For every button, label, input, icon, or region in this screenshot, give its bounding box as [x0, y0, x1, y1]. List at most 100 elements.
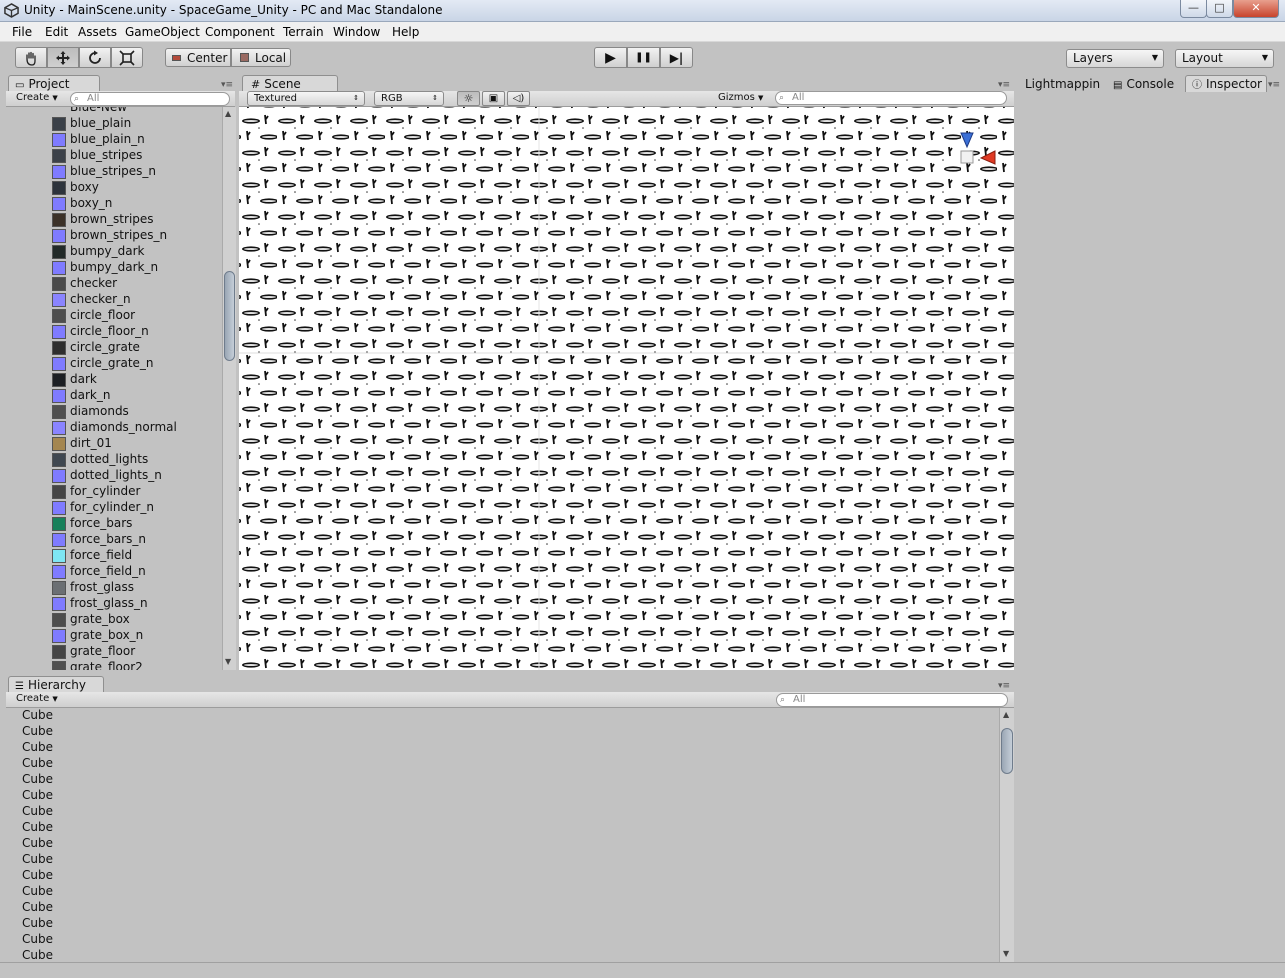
project-asset-item[interactable]: force_bars [6, 516, 221, 532]
panel-menu-icon[interactable]: ▾≡ [998, 681, 1010, 691]
rotate-tool-button[interactable] [79, 47, 111, 68]
hierarchy-item[interactable]: Cube [22, 708, 53, 722]
menu-help[interactable]: Help [392, 25, 419, 39]
project-asset-item[interactable]: circle_grate_n [6, 356, 221, 372]
project-search-input[interactable]: ⌕ All [70, 92, 230, 106]
scene-search-input[interactable]: ⌕ All [775, 91, 1007, 105]
menu-window[interactable]: Window [333, 25, 380, 39]
scene-viewport[interactable] [239, 107, 1014, 670]
hierarchy-item[interactable]: Cube [22, 772, 53, 786]
project-asset-item[interactable]: grate_box_n [6, 628, 221, 644]
scene-audio-toggle[interactable]: ◁) [507, 91, 530, 106]
project-asset-item[interactable]: blue_stripes_n [6, 164, 221, 180]
project-asset-item[interactable]: dirt_01 [6, 436, 221, 452]
project-asset-item[interactable]: force_field_n [6, 564, 221, 580]
hierarchy-create-dropdown[interactable]: Create ▼ [16, 693, 58, 704]
project-asset-item[interactable]: grate_floor [6, 644, 221, 660]
close-button[interactable]: ✕ [1233, 0, 1279, 18]
project-asset-item[interactable]: for_cylinder [6, 484, 221, 500]
project-scrollbar[interactable]: ▲ ▼ [222, 107, 236, 670]
project-asset-item[interactable]: checker [6, 276, 221, 292]
hand-tool-button[interactable] [15, 47, 47, 68]
scroll-down-icon[interactable]: ▼ [225, 657, 231, 666]
project-asset-item[interactable]: frost_glass_n [6, 596, 221, 612]
scale-tool-button[interactable] [111, 47, 143, 68]
tab-lightmapping[interactable]: Lightmappin [1020, 75, 1108, 93]
project-asset-item[interactable]: dotted_lights_n [6, 468, 221, 484]
scroll-down-icon[interactable]: ▼ [1003, 949, 1009, 958]
project-asset-item[interactable]: for_cylinder_n [6, 500, 221, 516]
project-asset-item[interactable]: circle_floor_n [6, 324, 221, 340]
project-asset-item[interactable]: boxy [6, 180, 221, 196]
project-asset-item[interactable]: circle_floor [6, 308, 221, 324]
hierarchy-item[interactable]: Cube [22, 852, 53, 866]
menu-file[interactable]: File [12, 25, 32, 39]
project-asset-item[interactable]: bumpy_dark_n [6, 260, 221, 276]
hierarchy-item[interactable]: Cube [22, 740, 53, 754]
project-asset-item[interactable]: dotted_lights [6, 452, 221, 468]
hierarchy-scrollbar[interactable]: ▲ ▼ [999, 708, 1014, 962]
hierarchy-item[interactable]: Cube [22, 724, 53, 738]
menu-terrain[interactable]: Terrain [283, 25, 324, 39]
hierarchy-item[interactable]: Cube [22, 916, 53, 930]
hierarchy-scroll-thumb[interactable] [1001, 728, 1013, 774]
project-scroll-thumb[interactable] [224, 271, 235, 361]
project-asset-item[interactable]: bumpy_dark [6, 244, 221, 260]
project-asset-item[interactable]: brown_stripes_n [6, 228, 221, 244]
project-asset-item[interactable]: blue_stripes [6, 148, 221, 164]
panel-menu-icon[interactable]: ▾≡ [221, 80, 233, 90]
hierarchy-search-input[interactable]: ⌕ All [776, 693, 1008, 707]
project-asset-item[interactable]: boxy_n [6, 196, 221, 212]
hierarchy-item[interactable]: Cube [22, 820, 53, 834]
channel-dropdown[interactable]: RGB ⇕ [374, 91, 444, 106]
project-create-dropdown[interactable]: Create ▼ [16, 92, 58, 103]
menu-assets[interactable]: Assets [78, 25, 117, 39]
move-tool-button[interactable] [47, 47, 79, 68]
scene-overlay-toggle[interactable]: ▣ [482, 91, 505, 106]
project-asset-item[interactable]: force_field [6, 548, 221, 564]
expand-arrow-icon[interactable]: ◢ [40, 107, 47, 108]
project-asset-item[interactable]: diamonds [6, 404, 221, 420]
gizmos-dropdown[interactable]: Gizmos ▼ [718, 92, 763, 103]
panel-menu-icon[interactable]: ▾≡ [998, 80, 1010, 90]
play-button[interactable]: ▶ [594, 47, 627, 68]
project-asset-item[interactable]: blue_plain_n [6, 132, 221, 148]
hierarchy-item[interactable]: Cube [22, 756, 53, 770]
hierarchy-item[interactable]: Cube [22, 804, 53, 818]
project-asset-item[interactable]: dark_n [6, 388, 221, 404]
hierarchy-item[interactable]: Cube [22, 948, 53, 962]
minimize-button[interactable]: — [1180, 0, 1207, 18]
scroll-up-icon[interactable]: ▲ [225, 109, 231, 118]
hierarchy-item[interactable]: Cube [22, 788, 53, 802]
project-asset-item[interactable]: diamonds_normal [6, 420, 221, 436]
project-folder-row[interactable]: ◢ Blue-New [6, 107, 221, 116]
hierarchy-item[interactable]: Cube [22, 932, 53, 946]
pivot-center-toggle[interactable]: Center [165, 48, 231, 67]
project-asset-item[interactable]: circle_grate [6, 340, 221, 356]
hierarchy-item[interactable]: Cube [22, 868, 53, 882]
project-asset-item[interactable]: grate_floor2 [6, 660, 221, 670]
hierarchy-item[interactable]: Cube [22, 836, 53, 850]
project-asset-item[interactable]: grate_box [6, 612, 221, 628]
project-asset-item[interactable]: dark [6, 372, 221, 388]
project-asset-item[interactable]: checker_n [6, 292, 221, 308]
hierarchy-item[interactable]: Cube [22, 900, 53, 914]
scroll-up-icon[interactable]: ▲ [1003, 710, 1009, 719]
render-mode-dropdown[interactable]: Textured ⇕ [247, 91, 365, 106]
hierarchy-item[interactable]: Cube [22, 884, 53, 898]
project-asset-item[interactable]: frost_glass [6, 580, 221, 596]
tab-inspector[interactable]: ⓘ Inspector [1185, 75, 1267, 93]
layout-dropdown[interactable]: Layout ▼ [1175, 49, 1274, 68]
menu-component[interactable]: Component [205, 25, 275, 39]
maximize-button[interactable]: □ [1206, 0, 1233, 18]
layers-dropdown[interactable]: Layers ▼ [1066, 49, 1164, 68]
project-asset-item[interactable]: blue_plain [6, 116, 221, 132]
menu-edit[interactable]: Edit [45, 25, 68, 39]
scene-orientation-gizmo[interactable] [939, 127, 999, 187]
menu-gameobject[interactable]: GameObject [125, 25, 200, 39]
tab-console[interactable]: ▤ Console [1108, 75, 1184, 93]
pause-button[interactable]: ❚❚ [627, 47, 660, 68]
pivot-local-toggle[interactable]: Local [231, 48, 291, 67]
scene-lighting-toggle[interactable]: ☼ [457, 91, 480, 106]
step-button[interactable]: ▶| [660, 47, 693, 68]
